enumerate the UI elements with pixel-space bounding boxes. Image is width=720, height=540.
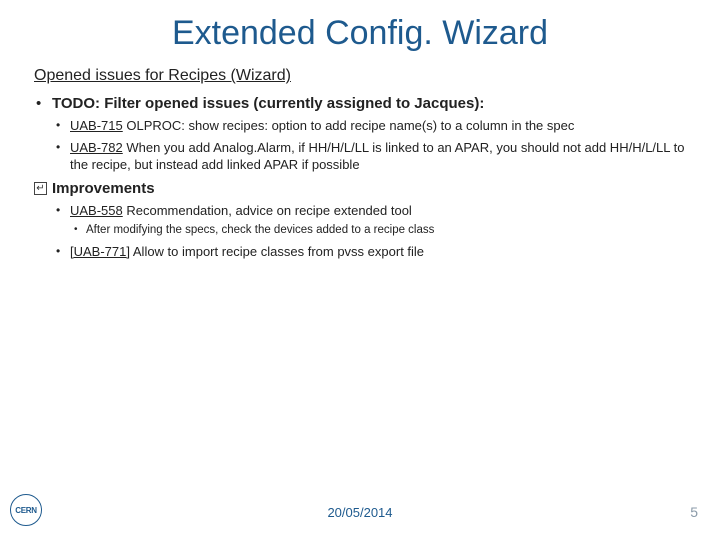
issue-link[interactable]: UAB-558 (70, 203, 123, 218)
list-item: After modifying the specs, check the dev… (70, 223, 686, 239)
list-text: After modifying the specs, check the dev… (86, 224, 434, 236)
page-number: 5 (690, 504, 698, 520)
section-heading: Opened issues for Recipes (Wizard) (34, 67, 686, 85)
issue-link[interactable]: UAB-715 (70, 118, 123, 133)
list-text: OLPROC: show recipes: option to add reci… (123, 118, 575, 133)
slide-body: Opened issues for Recipes (Wizard) TODO:… (0, 63, 720, 260)
slide-title: Extended Config. Wizard (0, 0, 720, 63)
list-item: [UAB-771] Allow to import recipe classes… (52, 243, 686, 261)
footer-date: 20/05/2014 (0, 505, 720, 520)
list-text: Allow to import recipe classes from pvss… (130, 244, 424, 259)
list-item: TODO: Filter opened issues (currently as… (34, 95, 686, 174)
list-label: TODO: Filter opened issues (currently as… (52, 95, 484, 112)
list-text: Recommendation, advice on recipe extende… (123, 203, 412, 218)
list-item: UAB-782 When you add Analog.Alarm, if HH… (52, 139, 686, 174)
issue-link[interactable]: [UAB-771] (70, 244, 130, 259)
issue-link[interactable]: UAB-782 (70, 140, 123, 155)
list-item: UAB-715 OLPROC: show recipes: option to … (52, 117, 686, 135)
list-item: UAB-558 Recommendation, advice on recipe… (52, 202, 686, 239)
list-label: Improvements (52, 180, 155, 197)
list-text: When you add Analog.Alarm, if HH/H/L/LL … (70, 140, 684, 173)
bullet-icon: ↵ (34, 182, 47, 195)
slide-footer: CERN 20/05/2014 5 (0, 500, 720, 530)
list-item: ↵ Improvements UAB-558 Recommendation, a… (34, 180, 686, 261)
